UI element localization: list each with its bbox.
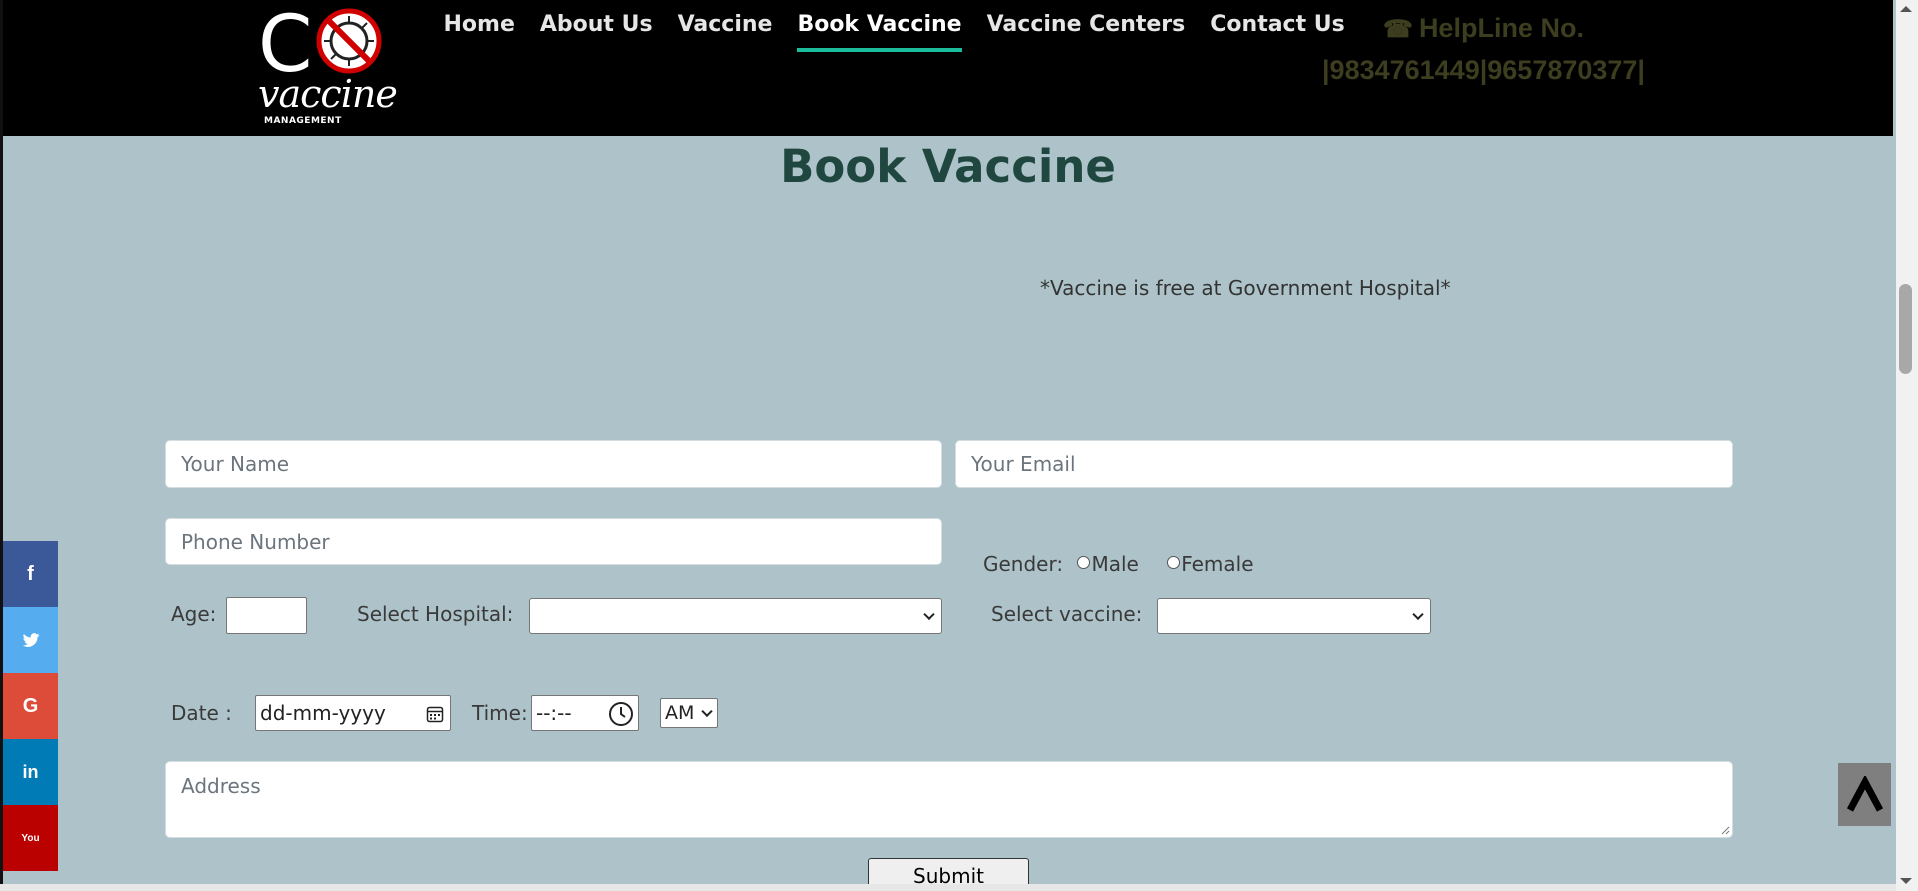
address-field[interactable]: Address [165, 761, 1733, 838]
youtube-icon: You [21, 832, 40, 844]
time-input[interactable]: --:-- [531, 695, 639, 731]
date-input[interactable]: dd-mm-yyyy [255, 695, 451, 731]
chevron-down-icon [923, 608, 935, 621]
youtube-button[interactable]: You [3, 805, 58, 871]
helpline-title: HelpLine No. [1418, 13, 1584, 43]
male-radio[interactable] [1077, 556, 1091, 569]
ampm-value: AM [665, 702, 695, 724]
male-label: Male [1091, 552, 1139, 576]
site-logo[interactable]: C vaccine MANAGEMENT [258, 6, 398, 130]
gender-label: Gender: [983, 552, 1064, 576]
hospital-select[interactable] [529, 598, 942, 634]
vertical-scrollbar[interactable] [1896, 0, 1918, 891]
scroll-down-arrow-icon[interactable] [1900, 878, 1912, 884]
nav-about-us[interactable]: About Us [527, 10, 665, 40]
time-value: --:-- [536, 701, 572, 725]
phone-icon: ☎ [1383, 16, 1413, 43]
linkedin-icon: in [22, 761, 39, 782]
twitter-icon [22, 632, 39, 647]
nav-home[interactable]: Home [431, 10, 527, 40]
helpline: ☎ HelpLine No. |9834761449|9657870377| [1316, 8, 1651, 91]
site-header: C vaccine MANAGEMENT Home About Us Vacci… [3, 0, 1893, 136]
ampm-select[interactable]: AM [660, 698, 718, 728]
gender-group: Gender: Male Female [983, 552, 1254, 576]
chevron-down-icon [701, 705, 713, 718]
google-button[interactable]: G [3, 673, 58, 739]
virus-icon [316, 8, 382, 74]
phone-field[interactable]: Phone Number [165, 518, 942, 565]
email-placeholder: Your Email [971, 452, 1076, 476]
address-placeholder: Address [181, 774, 261, 798]
date-value: dd-mm-yyyy [260, 701, 386, 725]
main-nav: Home About Us Vaccine Book Vaccine Vacci… [431, 10, 1357, 52]
gender-female-option[interactable]: Female [1167, 552, 1254, 576]
age-label: Age: [171, 602, 217, 626]
nav-vaccine-centers[interactable]: Vaccine Centers [974, 10, 1198, 40]
scrollbar-thumb[interactable] [1899, 284, 1912, 374]
hospital-label: Select Hospital: [357, 602, 514, 626]
calendar-icon[interactable] [426, 705, 444, 723]
linkedin-button[interactable]: in [3, 739, 58, 805]
chevron-down-icon [1412, 608, 1424, 621]
horizontal-scrollbar[interactable] [0, 884, 1896, 891]
chevron-up-icon [1846, 775, 1883, 812]
time-label: Time: [472, 701, 528, 725]
twitter-button[interactable] [3, 607, 58, 673]
scroll-up-arrow-icon[interactable] [1900, 6, 1912, 12]
email-field[interactable]: Your Email [955, 440, 1733, 488]
clock-icon[interactable] [608, 701, 634, 727]
back-to-top-button[interactable] [1838, 763, 1891, 826]
resize-grip-icon[interactable] [1720, 825, 1730, 835]
name-placeholder: Your Name [181, 452, 290, 476]
female-radio[interactable] [1167, 556, 1181, 569]
social-sidebar: f G in You [3, 541, 58, 871]
vaccine-select[interactable] [1157, 598, 1431, 634]
phone-placeholder: Phone Number [181, 529, 330, 554]
free-vaccine-notice: *Vaccine is free at Government Hospital* [1040, 276, 1451, 300]
gender-male-option[interactable]: Male [1077, 552, 1139, 576]
age-input[interactable] [226, 597, 307, 634]
logo-word: vaccine [258, 72, 398, 116]
nav-book-vaccine[interactable]: Book Vaccine [785, 10, 974, 52]
page-title: Book Vaccine [780, 140, 1116, 193]
nav-vaccine[interactable]: Vaccine [665, 10, 785, 40]
date-label: Date : [171, 701, 232, 725]
facebook-icon: f [27, 562, 34, 585]
name-field[interactable]: Your Name [165, 440, 942, 488]
facebook-button[interactable]: f [3, 541, 58, 607]
female-label: Female [1181, 552, 1254, 576]
vaccine-label: Select vaccine: [991, 602, 1143, 626]
google-icon: G [22, 694, 39, 717]
logo-subtitle: MANAGEMENT [264, 116, 342, 126]
helpline-numbers: |9834761449|9657870377| [1322, 55, 1645, 85]
